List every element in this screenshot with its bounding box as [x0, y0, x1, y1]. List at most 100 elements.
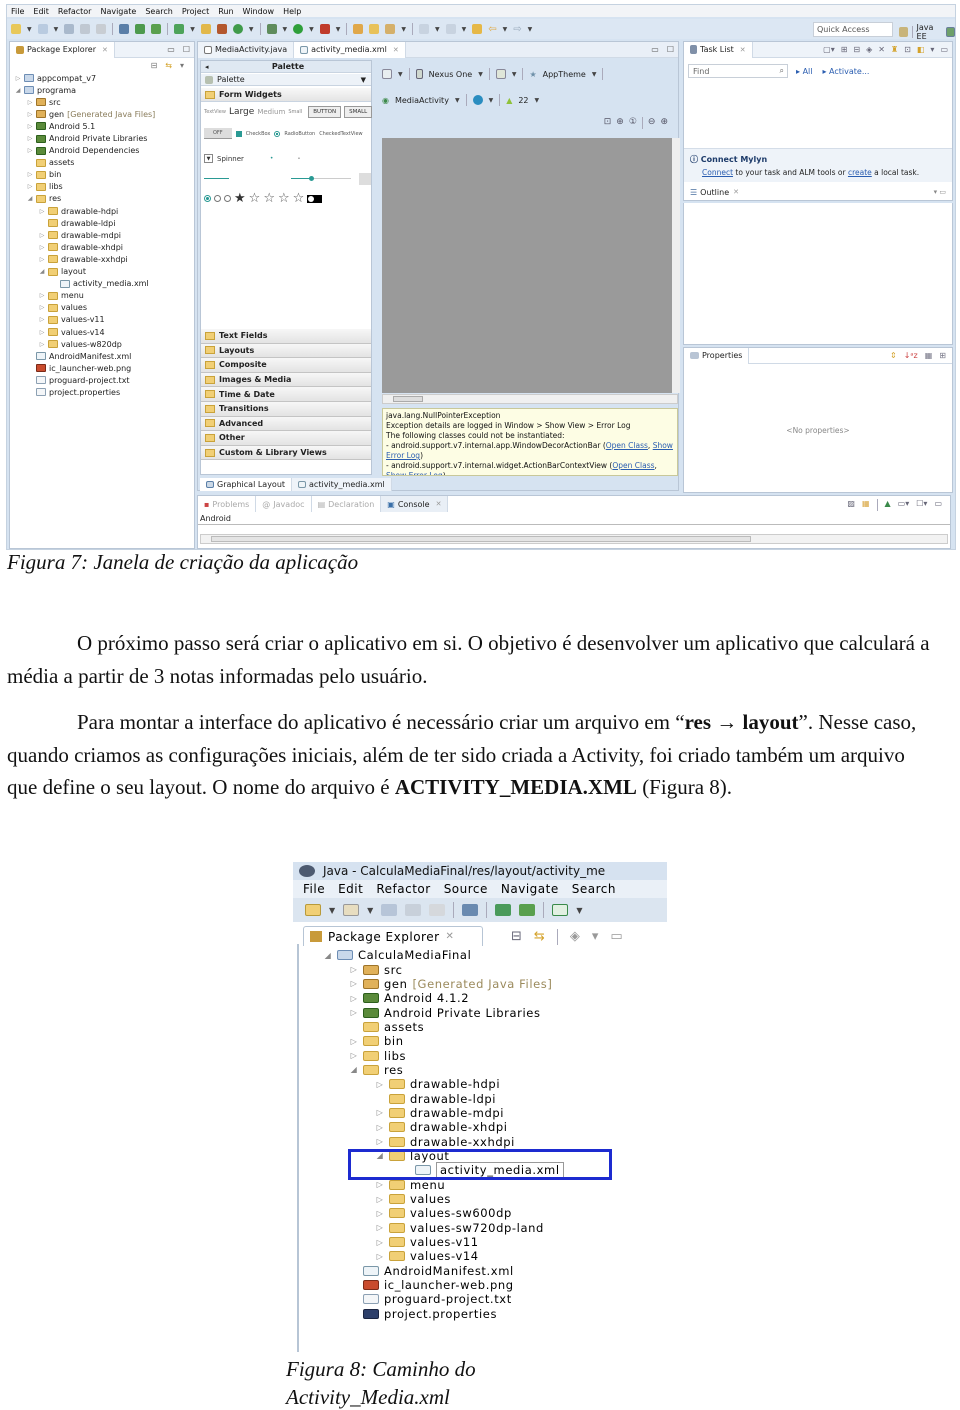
collapsed-arrow-icon[interactable]: ▷ [26, 111, 34, 118]
switch-widget[interactable] [307, 194, 323, 203]
collapsed-arrow-icon[interactable]: ▷ [375, 1252, 385, 1261]
collapsed-arrow-icon[interactable]: ▷ [26, 99, 34, 106]
star-empty-icon[interactable]: ☆ [293, 191, 305, 206]
minimize-icon[interactable]: ▭ [167, 45, 175, 54]
tree-item[interactable]: ◢ res [319, 1063, 564, 1077]
tree-item[interactable]: ▷ drawable-xhdpi [319, 1120, 564, 1134]
widget-checkbox[interactable]: CheckBox [246, 131, 271, 137]
tree-item[interactable]: ▷ Android 4.1.2 [319, 991, 564, 1005]
open-icon[interactable] [343, 904, 360, 916]
tree-item[interactable]: ▷ drawable-hdpi [10, 205, 194, 217]
collapse-palette-icon[interactable]: ◂ [205, 63, 209, 71]
collapsed-arrow-icon[interactable]: ▷ [38, 329, 46, 336]
tree-item[interactable]: ◢ programa [10, 84, 194, 96]
tree-item[interactable]: ▷ values-v14 [10, 326, 194, 338]
zoom-out-icon[interactable]: ⊖ [648, 117, 656, 129]
tree-item[interactable]: drawable-ldpi [10, 217, 194, 229]
quick-access-input[interactable]: Quick Access [813, 22, 893, 37]
zoom-in-icon[interactable]: ⊕ [660, 117, 668, 129]
debug-icon[interactable] [266, 24, 277, 34]
radio-unchecked-icon[interactable] [214, 195, 221, 202]
tree-item[interactable]: ▷ values-w820dp [10, 338, 194, 350]
all-tasks-link[interactable]: ▸ All [796, 67, 812, 76]
tree-item[interactable]: ▷ Android Dependencies [10, 145, 194, 157]
maximize-icon[interactable]: ☐ [183, 45, 190, 54]
tree-item[interactable]: ▷ appcompat_v7 [10, 72, 194, 84]
device-selector[interactable]: Nexus One [429, 70, 473, 79]
widget-small-text[interactable]: Small [288, 109, 302, 115]
tree-item[interactable]: ◢ res [10, 193, 194, 205]
collapsed-arrow-icon[interactable]: ▷ [375, 1180, 385, 1189]
run-icon[interactable] [293, 24, 304, 34]
checkbox-icon[interactable] [552, 904, 569, 916]
view-menu-icon[interactable]: ▾ ▭ [934, 188, 946, 196]
locale-globe-icon[interactable] [472, 95, 483, 105]
tab-declaration[interactable]: ▤ Declaration [311, 496, 382, 512]
connect-link[interactable]: Connect [702, 168, 733, 177]
open-class-link[interactable]: Open Class [612, 461, 654, 470]
new-task-icon[interactable]: ▢▾ [823, 45, 835, 54]
widget-button[interactable]: BUTTON [308, 106, 342, 118]
menu-dropdown-icon[interactable]: ▾ [592, 929, 599, 945]
menu-item[interactable]: Help [283, 7, 301, 16]
tree-item[interactable]: ic_launcher-web.png [10, 362, 194, 374]
tree-item[interactable]: ◢ CalculaMediaFinal [319, 948, 564, 962]
forward-icon[interactable]: ⇨ [513, 24, 521, 35]
collapsed-arrow-icon[interactable]: ▷ [26, 147, 34, 154]
zoom-actual-icon[interactable]: ① [629, 117, 637, 129]
palette-category[interactable]: Advanced [201, 416, 371, 432]
zoom-fit-icon[interactable]: ⊡ [604, 117, 612, 129]
close-icon[interactable]: ✕ [102, 46, 108, 54]
collapsed-arrow-icon[interactable]: ▷ [375, 1137, 385, 1146]
tab-problems[interactable]: ▪ Problems [198, 496, 257, 512]
tab-mediaactivity-java[interactable]: MediaActivity.java [198, 41, 295, 58]
tree-item[interactable]: ▷ src [319, 962, 564, 977]
find-task-input[interactable]: Find ⌕ [688, 64, 788, 78]
tab-task-list[interactable]: Task List ✕ [684, 41, 753, 58]
canvas-horizontal-scrollbar[interactable] [382, 394, 678, 404]
api-level-selector[interactable]: 22 [518, 96, 528, 105]
theme-selector[interactable]: AppTheme [543, 70, 586, 79]
minimize-icon[interactable]: ▭ [940, 45, 948, 54]
palette-category[interactable]: Layouts [201, 343, 371, 359]
filter-icon[interactable]: ⇕ [890, 351, 897, 360]
tree-item[interactable]: ▷ values [319, 1192, 564, 1206]
create-link[interactable]: create [848, 168, 872, 177]
menu-item[interactable]: Run [218, 7, 233, 16]
config-icon[interactable] [382, 69, 392, 79]
scroll-lock-icon[interactable]: ▦ [862, 499, 870, 511]
maximize-icon[interactable]: ☐ [667, 45, 674, 54]
tab-graphical-layout[interactable]: Graphical Layout [200, 478, 293, 491]
open-icon[interactable] [37, 24, 48, 34]
star-empty-icon[interactable]: ☆ [249, 191, 261, 206]
menu-item[interactable]: Search [572, 882, 616, 896]
tree-item[interactable]: ▷ values-v14 [319, 1249, 564, 1263]
collapsed-arrow-icon[interactable]: ▷ [375, 1123, 385, 1132]
activate-task-link[interactable]: ▸ Activate... [822, 67, 869, 76]
tree-item[interactable]: ic_launcher-web.png [319, 1278, 564, 1292]
tree-item[interactable]: project.properties [10, 386, 194, 398]
widget-checkedtextview[interactable]: CheckedTextView [319, 131, 362, 137]
tree-item[interactable]: proguard-project.txt [10, 374, 194, 386]
view-menu-icon[interactable]: ▾ [180, 61, 184, 70]
collapsed-arrow-icon[interactable]: ▷ [38, 232, 46, 239]
tab-activity-media-xml[interactable]: activity_media.xml ✕ [294, 41, 406, 58]
tab-properties[interactable]: Properties [684, 347, 750, 364]
tree-item[interactable]: ▷ Android Private Libraries [319, 1005, 564, 1020]
form-widgets-category[interactable]: Form Widgets [201, 88, 371, 102]
tree-item[interactable]: ▷ Android 5.1 [10, 120, 194, 132]
close-icon[interactable]: ✕ [393, 46, 399, 54]
palette-category[interactable]: Text Fields [201, 329, 371, 344]
tab-javadoc[interactable]: @ Javadoc [256, 496, 312, 512]
collapsed-arrow-icon[interactable]: ▷ [38, 304, 46, 311]
widget-textview[interactable]: TextView [204, 109, 226, 115]
radio-checked-icon[interactable] [204, 195, 211, 202]
progressbar-widget[interactable] [204, 178, 229, 179]
tab-console[interactable]: ▣ Console ✕ [381, 496, 449, 512]
new-icon[interactable] [11, 24, 21, 34]
tree-item[interactable]: ▷ drawable-xhdpi [10, 241, 194, 253]
save-icon[interactable] [381, 904, 398, 916]
view-menu-icon[interactable]: ◈ [570, 929, 580, 945]
tree-item[interactable]: ▷ drawable-mdpi [10, 229, 194, 241]
tree-item[interactable]: activity_media.xml [10, 278, 194, 290]
